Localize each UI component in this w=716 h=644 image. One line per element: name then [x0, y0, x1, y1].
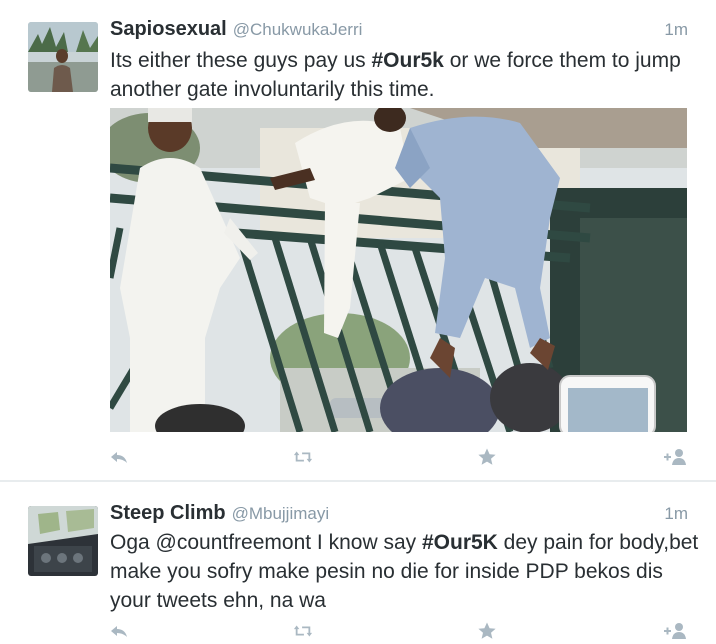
- avatar[interactable]: [28, 506, 98, 576]
- tweet-actions: [0, 620, 716, 644]
- star-icon[interactable]: [476, 620, 498, 642]
- hashtag-link[interactable]: #Our5k: [371, 49, 443, 72]
- tweet-header: Sapiosexual @ChukwukaJerri: [110, 18, 362, 48]
- tweet[interactable]: Steep Climb @Mbujjimayi 1m Oga @countfree…: [0, 482, 716, 642]
- tweet-actions: [0, 446, 716, 470]
- user-handle[interactable]: @ChukwukaJerri: [233, 20, 363, 39]
- timestamp[interactable]: 1m: [664, 504, 688, 524]
- user-name[interactable]: Sapiosexual: [110, 18, 227, 40]
- retweet-icon[interactable]: [292, 620, 314, 642]
- text-segment: Oga: [110, 531, 156, 554]
- retweet-icon[interactable]: [292, 446, 314, 468]
- hashtag-link[interactable]: #Our5K: [422, 531, 498, 554]
- mention-link[interactable]: @countfreemont: [156, 531, 312, 554]
- tweet-photo[interactable]: [110, 108, 687, 432]
- user-handle[interactable]: @Mbujjimayi: [232, 504, 330, 523]
- follow-icon[interactable]: [662, 446, 688, 468]
- star-icon[interactable]: [476, 446, 498, 468]
- reply-icon[interactable]: [108, 620, 130, 642]
- follow-icon[interactable]: [662, 620, 688, 642]
- tweet-text: Oga @countfreemont I know say #Our5K dey…: [110, 528, 700, 615]
- timestamp[interactable]: 1m: [664, 20, 688, 40]
- tweet[interactable]: Sapiosexual @ChukwukaJerri 1m Its either …: [0, 0, 716, 480]
- text-segment: I know say: [311, 531, 422, 554]
- avatar[interactable]: [28, 22, 98, 92]
- reply-icon[interactable]: [108, 446, 130, 468]
- tweet-text: Its either these guys pay us #Our5k or w…: [110, 46, 700, 104]
- text-segment: Its either these guys pay us: [110, 49, 372, 72]
- user-name[interactable]: Steep Climb: [110, 502, 226, 524]
